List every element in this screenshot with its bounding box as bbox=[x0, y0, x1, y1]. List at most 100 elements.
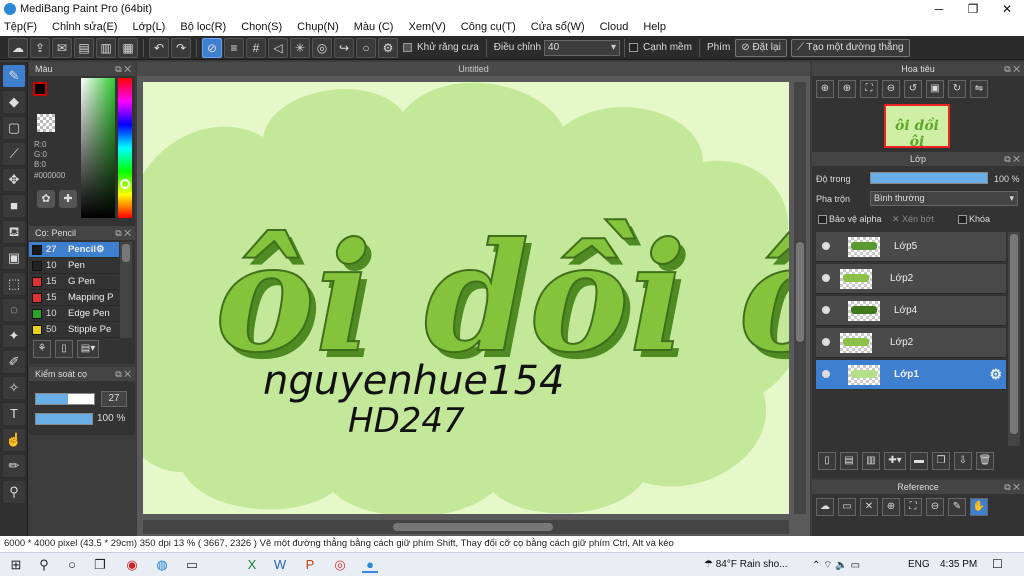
brush-tool-icon[interactable]: ✎ bbox=[3, 65, 25, 87]
soft-edge-checkbox[interactable] bbox=[629, 43, 639, 52]
text-tool-icon[interactable]: T bbox=[3, 403, 25, 425]
brush-list-scrollbar[interactable] bbox=[120, 242, 132, 338]
cloud-import-icon[interactable]: ☁ bbox=[816, 498, 834, 516]
palette-add-icon[interactable]: ✚ bbox=[59, 190, 77, 208]
powerpoint-icon[interactable]: P bbox=[302, 557, 318, 573]
zoom-out-icon[interactable]: ⊖ bbox=[882, 80, 900, 98]
windows-start-icon[interactable]: ⊞ bbox=[8, 557, 24, 573]
flip-icon[interactable]: ⇋ bbox=[970, 80, 988, 98]
select-tool-icon[interactable]: ⬚ bbox=[3, 273, 25, 295]
edge-browser-icon[interactable]: ◍ bbox=[154, 557, 170, 573]
menu-select[interactable]: Chọn(S) bbox=[241, 21, 282, 33]
protect-alpha-checkbox[interactable] bbox=[818, 214, 827, 224]
brush-opacity-slider[interactable] bbox=[35, 413, 93, 425]
expand-icon[interactable]: ⧉ ✕ bbox=[115, 226, 131, 240]
excel-icon[interactable]: X bbox=[244, 557, 260, 573]
magic-wand-icon[interactable]: ✦ bbox=[3, 325, 25, 347]
menu-snap[interactable]: Chụp(N) bbox=[297, 21, 339, 33]
grid-snap-icon[interactable]: # bbox=[246, 37, 266, 58]
canvas-vertical-scrollbar[interactable] bbox=[794, 82, 806, 514]
lock-option[interactable]: Khóa bbox=[958, 214, 990, 224]
visibility-eye-icon[interactable] bbox=[822, 370, 830, 378]
scrollbar-thumb[interactable] bbox=[1010, 234, 1018, 434]
hue-slider[interactable] bbox=[118, 78, 132, 218]
menu-color[interactable]: Màu (C) bbox=[354, 21, 394, 33]
tray-icons[interactable]: ⌃ ⌔ 🔈 ▭ bbox=[812, 559, 860, 572]
search-icon[interactable]: ⚲ bbox=[36, 557, 52, 573]
hue-slider-handle[interactable] bbox=[120, 179, 130, 189]
delete-layer-icon[interactable]: 🗑 bbox=[976, 452, 994, 470]
snap-off-icon[interactable]: ⊘ bbox=[202, 37, 222, 58]
lock-checkbox[interactable] bbox=[958, 214, 967, 224]
brush-size-slider[interactable] bbox=[35, 393, 95, 405]
bucket-tool-icon[interactable]: ⛾ bbox=[3, 221, 25, 243]
scrollbar-thumb[interactable] bbox=[122, 244, 130, 262]
brush-item[interactable]: 27 Pencil ⚙ bbox=[29, 242, 119, 258]
scrollbar-thumb[interactable] bbox=[393, 523, 553, 531]
visibility-eye-icon[interactable] bbox=[822, 274, 830, 282]
chrome-icon[interactable]: ◎ bbox=[332, 557, 348, 573]
eraser-tool-icon[interactable]: ◆ bbox=[3, 91, 25, 113]
adjust-dropdown[interactable]: 40 bbox=[544, 39, 621, 56]
close-reference-icon[interactable]: ✕ bbox=[860, 498, 878, 516]
close-button[interactable]: ✕ bbox=[990, 0, 1024, 18]
folder-icon[interactable]: ▬ bbox=[910, 452, 928, 470]
layer-item[interactable]: Lớp4 bbox=[816, 296, 1006, 326]
menu-file[interactable]: Tệp(F) bbox=[4, 21, 37, 33]
zoom-in-icon[interactable]: ⊕ bbox=[882, 498, 900, 516]
zoom-in-icon[interactable]: ⊕ bbox=[838, 80, 856, 98]
layer-settings-icon[interactable]: ⚙ bbox=[989, 366, 1002, 383]
grid-layout-icon[interactable]: ▦ bbox=[118, 37, 138, 58]
cortana-icon[interactable]: ○ bbox=[64, 557, 80, 573]
rotate-right-icon[interactable]: ↻ bbox=[948, 80, 966, 98]
merge-layer-icon[interactable]: ⇩ bbox=[954, 452, 972, 470]
open-folder-icon[interactable]: ▭ bbox=[838, 498, 856, 516]
settings-gear-icon[interactable]: ⚙ bbox=[378, 37, 398, 58]
clipping-option[interactable]: ✕ Xén bớt bbox=[892, 214, 934, 225]
antialias-checkbox[interactable] bbox=[403, 43, 412, 52]
blur-tool-icon[interactable]: ✏ bbox=[3, 455, 25, 477]
duplicate-layer-icon[interactable]: ❐ bbox=[932, 452, 950, 470]
protect-alpha-option[interactable]: Bảo vệ alpha bbox=[818, 214, 882, 224]
layer-item[interactable]: Lớp2 bbox=[816, 264, 1006, 294]
expand-icon[interactable]: ⧉ ✕ bbox=[1004, 62, 1020, 76]
minimize-button[interactable]: ─ bbox=[922, 0, 956, 18]
medibang-taskbar-icon[interactable]: ● bbox=[362, 557, 378, 573]
fit-screen-icon[interactable]: ⛶ bbox=[904, 498, 922, 516]
brush-item[interactable]: 50 Stipple Pe bbox=[29, 322, 119, 338]
gradient-tool-icon[interactable]: ▣ bbox=[3, 247, 25, 269]
visibility-eye-icon[interactable] bbox=[822, 338, 830, 346]
brush-item[interactable]: 15 Mapping P bbox=[29, 290, 119, 306]
parallel-snap-icon[interactable]: ≡ bbox=[224, 37, 244, 58]
layer-item[interactable]: Lớp2 bbox=[816, 328, 1006, 358]
scrollbar-thumb[interactable] bbox=[796, 242, 804, 342]
rectangle-tool-icon[interactable]: ▢ bbox=[3, 117, 25, 139]
language-indicator[interactable]: ENG bbox=[908, 559, 930, 570]
brush-item[interactable]: 10 Pen bbox=[29, 258, 119, 274]
expand-icon[interactable]: ⧉ ✕ bbox=[1004, 480, 1020, 494]
brush-add-icon[interactable]: ⚘ bbox=[33, 340, 51, 358]
visibility-eye-icon[interactable] bbox=[822, 242, 830, 250]
curve-snap-icon[interactable]: ↪ bbox=[334, 37, 354, 58]
transparent-color-swatch[interactable] bbox=[37, 114, 55, 132]
new-brush-icon[interactable]: ▯ bbox=[55, 340, 73, 358]
operation-tool-icon[interactable]: ☝ bbox=[3, 429, 25, 451]
menu-tools[interactable]: Công cụ(T) bbox=[461, 21, 516, 33]
clock[interactable]: 4:35 PM bbox=[940, 559, 977, 570]
eyedropper-icon[interactable]: ✎ bbox=[948, 498, 966, 516]
new-layer-icon[interactable]: ▯ bbox=[818, 452, 836, 470]
layer-item[interactable]: Lớp1 ⚙ bbox=[816, 360, 1006, 390]
saturation-brightness-picker[interactable] bbox=[81, 78, 115, 218]
canvas-horizontal-scrollbar[interactable] bbox=[143, 520, 789, 534]
radial-snap-icon[interactable]: ✳ bbox=[290, 37, 310, 58]
menu-layer[interactable]: Lớp(L) bbox=[132, 21, 165, 33]
visibility-eye-icon[interactable] bbox=[822, 306, 830, 314]
task-view-icon[interactable]: ❐ bbox=[92, 557, 108, 573]
circle-snap-icon[interactable]: ○ bbox=[356, 37, 376, 58]
fit-screen-icon[interactable]: ⛶ bbox=[860, 80, 878, 98]
add-layer-menu-icon[interactable]: ✚▾ bbox=[884, 452, 906, 470]
move-tool-icon[interactable]: ✥ bbox=[3, 169, 25, 191]
text-box-icon[interactable]: ▤ bbox=[74, 37, 94, 58]
file-explorer-icon[interactable]: ▭ bbox=[184, 557, 200, 573]
reset-button[interactable]: ⊘ Đặt lại bbox=[735, 38, 787, 57]
